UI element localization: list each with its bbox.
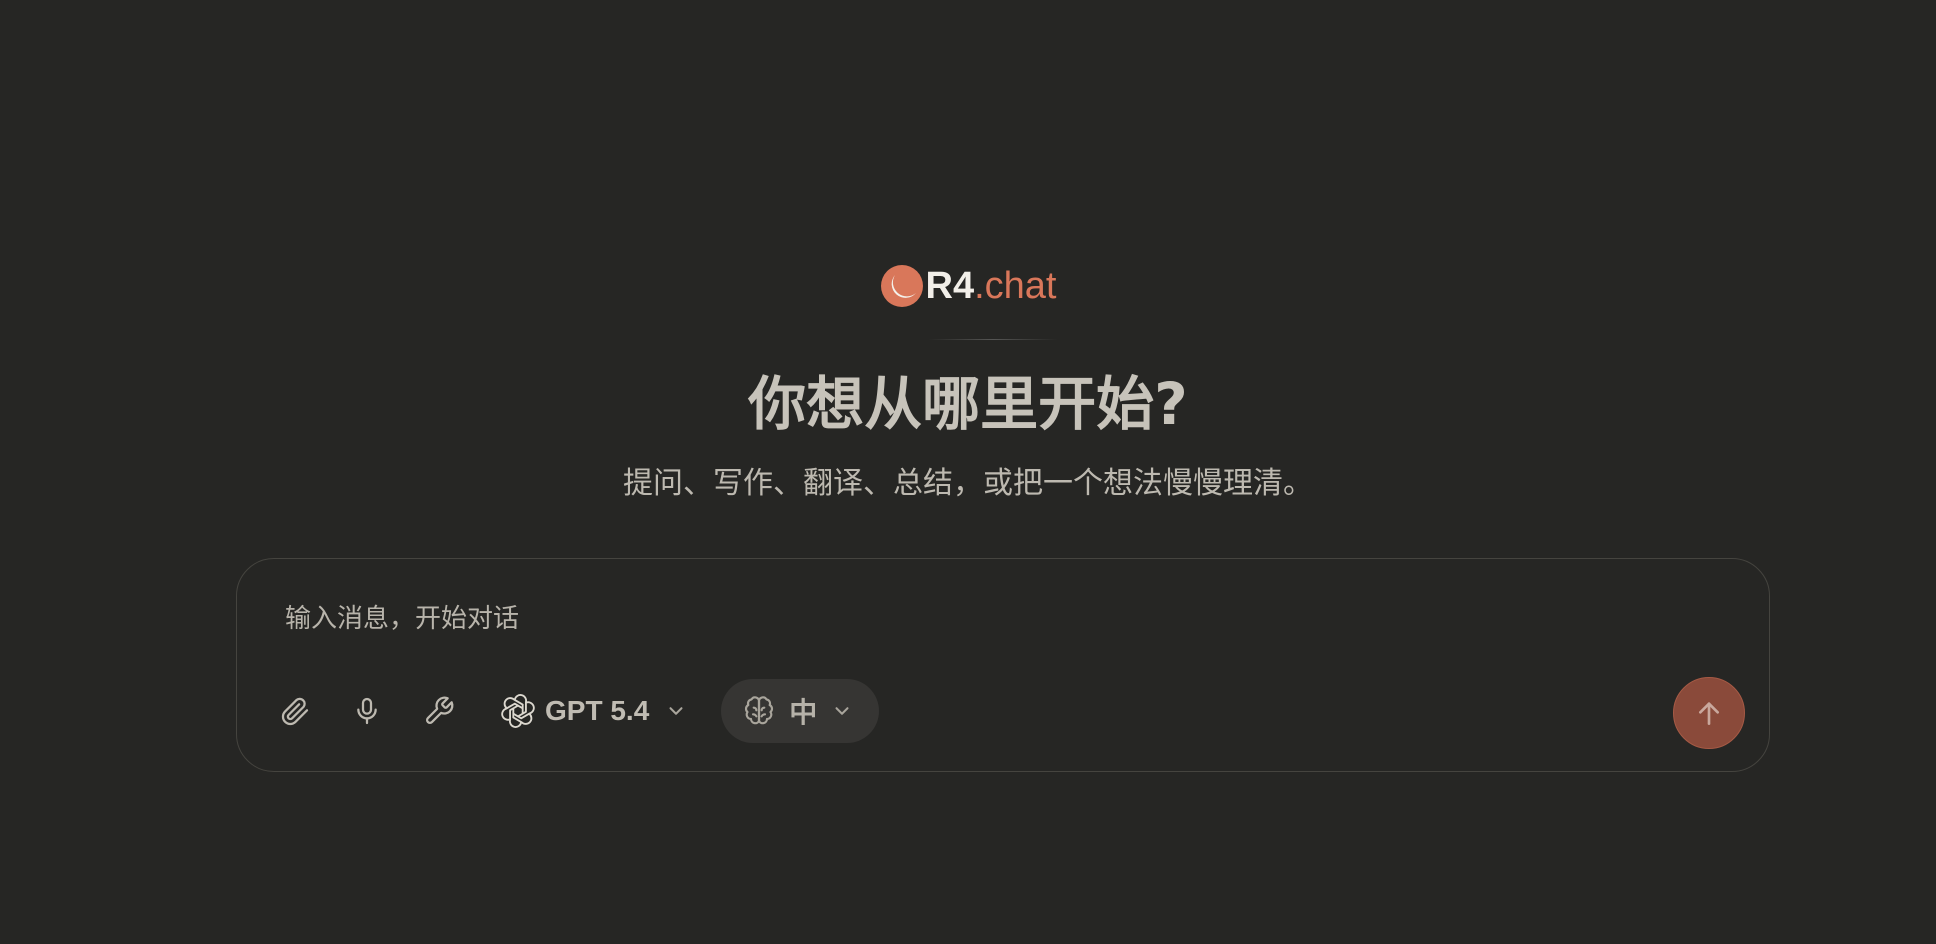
brand-logo: R4 .chat [0, 262, 1936, 310]
chevron-down-icon [665, 700, 687, 722]
model-selector[interactable]: GPT 5.4 [493, 683, 695, 739]
moon-logo-icon [880, 265, 923, 307]
attach-button[interactable] [273, 689, 317, 733]
brand-suffix: .chat [974, 264, 1057, 307]
send-button[interactable] [1673, 677, 1745, 749]
message-composer: GPT 5.4 [236, 558, 1770, 772]
model-label: GPT 5.4 [545, 695, 650, 726]
reasoning-level-label: 中 [789, 696, 818, 729]
paperclip-icon [281, 697, 309, 726]
chevron-down-icon [831, 700, 853, 722]
message-input[interactable] [285, 595, 1485, 643]
composer-toolbar: GPT 5.4 中 [273, 679, 880, 743]
reasoning-level-selector[interactable]: 中 [721, 679, 880, 743]
wrench-icon [425, 696, 454, 725]
brand-name: R4 [925, 264, 975, 307]
divider [928, 339, 1058, 340]
microphone-icon [357, 697, 377, 725]
arrow-up-icon [1699, 702, 1719, 725]
page-subtitle: 提问、写作、翻译、总结，或把一个想法慢慢理清。 [623, 466, 1313, 501]
tools-button[interactable] [417, 689, 461, 733]
page-title: 你想从哪里开始? [748, 370, 1188, 438]
microphone-button[interactable] [345, 689, 389, 733]
openai-icon [501, 694, 535, 728]
brain-icon [743, 695, 775, 727]
page: R4 .chat 你想从哪里开始? 提问、写作、翻译、总结，或把一个想法慢慢理清… [0, 0, 1936, 944]
